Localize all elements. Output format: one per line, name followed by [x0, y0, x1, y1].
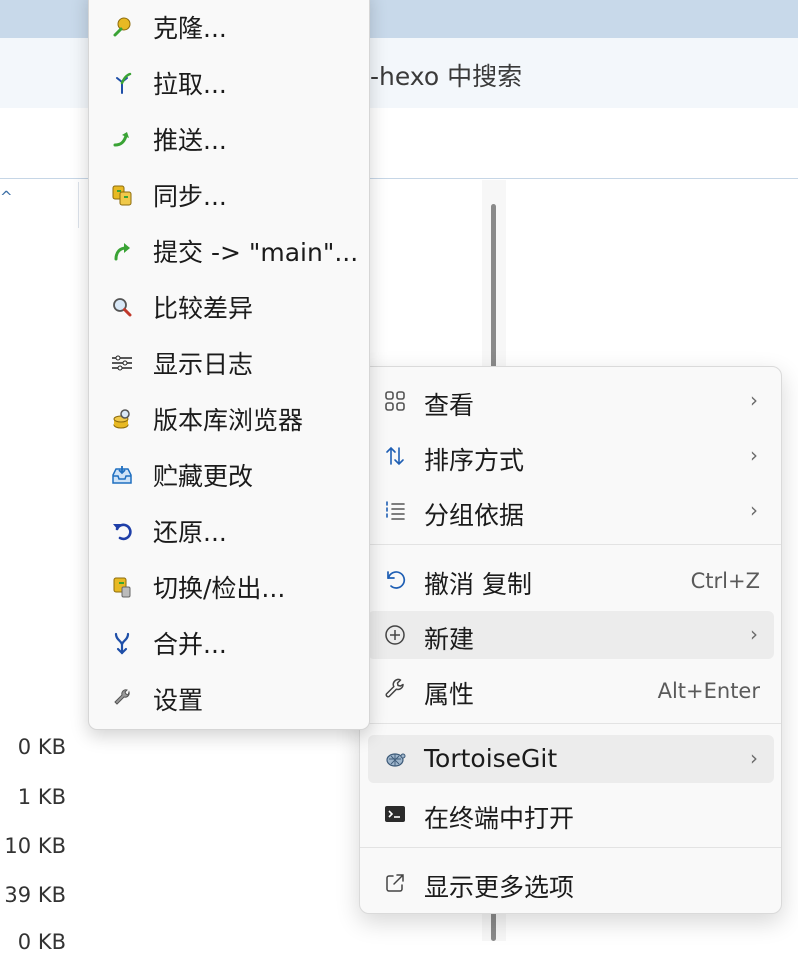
chevron-right-icon: › [750, 388, 758, 412]
tortoisegit-submenu: 克隆... 拉取... 推送... 同步... 提交 -> "main"... … [88, 0, 370, 730]
file-size: 1 KB [17, 785, 66, 809]
menu-item-label: 在终端中打开 [424, 804, 575, 833]
submenu-item-diff[interactable]: 比较差异 [89, 279, 369, 335]
submenu-item-label: 设置 [153, 686, 204, 715]
submenu-item-label: 显示日志 [153, 350, 254, 379]
sync-icon [109, 182, 135, 208]
switch-checkout-icon [109, 574, 135, 600]
menu-item-label: 查看 [424, 391, 475, 420]
submenu-item-push[interactable]: 推送... [89, 111, 369, 167]
menu-item-label: 撤消 复制 [424, 570, 532, 599]
submenu-item-pull[interactable]: 拉取... [89, 55, 369, 111]
submenu-item-commit[interactable]: 提交 -> "main"... [89, 223, 369, 279]
submenu-item-label: 还原... [153, 518, 227, 547]
menu-item-new[interactable]: 新建 › [368, 611, 774, 659]
submenu-item-label: 贮藏更改 [153, 462, 254, 491]
submenu-item-label: 推送... [153, 126, 227, 155]
menu-item-undo-copy[interactable]: 撤消 复制 Ctrl+Z [368, 556, 774, 604]
menu-item-label: TortoiseGit [424, 744, 558, 773]
submenu-item-revert[interactable]: 还原... [89, 503, 369, 559]
diff-icon [109, 294, 135, 320]
menu-item-label: 排序方式 [424, 446, 525, 475]
chevron-right-icon: › [750, 622, 758, 646]
submenu-item-stash[interactable]: 贮藏更改 [89, 447, 369, 503]
chevron-right-icon: › [750, 498, 758, 522]
submenu-item-label: 同步... [153, 182, 227, 211]
menu-item-sort[interactable]: 排序方式 › [368, 432, 774, 480]
menu-separator [360, 847, 781, 848]
menu-item-properties[interactable]: 属性 Alt+Enter [368, 666, 774, 714]
menu-item-label: 分组依据 [424, 501, 525, 530]
settings-icon [109, 686, 135, 712]
shortcut-label: Alt+Enter [657, 679, 760, 703]
external-link-icon [382, 870, 408, 896]
terminal-icon [382, 801, 408, 827]
undo-icon [382, 567, 408, 593]
log-icon [109, 350, 135, 376]
chevron-right-icon: › [750, 746, 758, 770]
shortcut-label: Ctrl+Z [690, 569, 760, 593]
submenu-item-label: 提交 -> "main"... [153, 238, 359, 267]
repo-browser-icon [109, 406, 135, 432]
clone-icon [109, 14, 135, 40]
sort-caret-icon[interactable]: ^ [0, 188, 13, 206]
submenu-item-label: 合并... [153, 630, 227, 659]
push-icon [109, 126, 135, 152]
submenu-item-label: 版本库浏览器 [153, 406, 304, 435]
tortoise-icon [382, 746, 408, 772]
menu-item-show-more-options[interactable]: 显示更多选项 [368, 859, 774, 907]
commit-icon [109, 238, 135, 264]
menu-item-view[interactable]: 查看 › [368, 377, 774, 425]
menu-item-label: 属性 [424, 680, 475, 709]
grid-view-icon [382, 388, 408, 414]
menu-separator [360, 723, 781, 724]
submenu-item-settings[interactable]: 设置 [89, 671, 369, 727]
submenu-item-label: 比较差异 [153, 294, 254, 323]
submenu-item-label: 克隆... [153, 14, 227, 43]
merge-icon [109, 630, 135, 656]
submenu-item-repo-browser[interactable]: 版本库浏览器 [89, 391, 369, 447]
file-size: 0 KB [17, 735, 66, 759]
context-menu: 查看 › 排序方式 › 分组依据 › 撤消 复制 Ctrl+Z 新建 › 属性 [359, 366, 782, 914]
column-divider[interactable] [78, 182, 79, 228]
file-size: 0 KB [17, 930, 66, 954]
group-list-icon [382, 498, 408, 524]
sort-icon [382, 443, 408, 469]
submenu-item-show-log[interactable]: 显示日志 [89, 335, 369, 391]
file-size: 39 KB [4, 883, 66, 907]
chevron-right-icon: › [750, 443, 758, 467]
submenu-item-merge[interactable]: 合并... [89, 615, 369, 671]
revert-icon [109, 518, 135, 544]
submenu-item-clone[interactable]: 克隆... [89, 0, 369, 55]
wrench-icon [382, 677, 408, 703]
menu-item-group-by[interactable]: 分组依据 › [368, 487, 774, 535]
menu-item-tortoisegit[interactable]: TortoiseGit › [368, 735, 774, 783]
menu-item-open-in-terminal[interactable]: 在终端中打开 [368, 790, 774, 838]
submenu-item-sync[interactable]: 同步... [89, 167, 369, 223]
menu-separator [360, 544, 781, 545]
submenu-item-label: 拉取... [153, 70, 227, 99]
menu-item-label: 显示更多选项 [424, 873, 575, 902]
submenu-item-label: 切换/检出... [153, 574, 286, 603]
file-size: 10 KB [4, 834, 66, 858]
stash-icon [109, 462, 135, 488]
submenu-item-switch-checkout[interactable]: 切换/检出... [89, 559, 369, 615]
pull-icon [109, 70, 135, 96]
plus-circle-icon [382, 622, 408, 648]
menu-item-label: 新建 [424, 625, 475, 654]
search-input[interactable]: -hexo 中搜索 [370, 57, 522, 93]
